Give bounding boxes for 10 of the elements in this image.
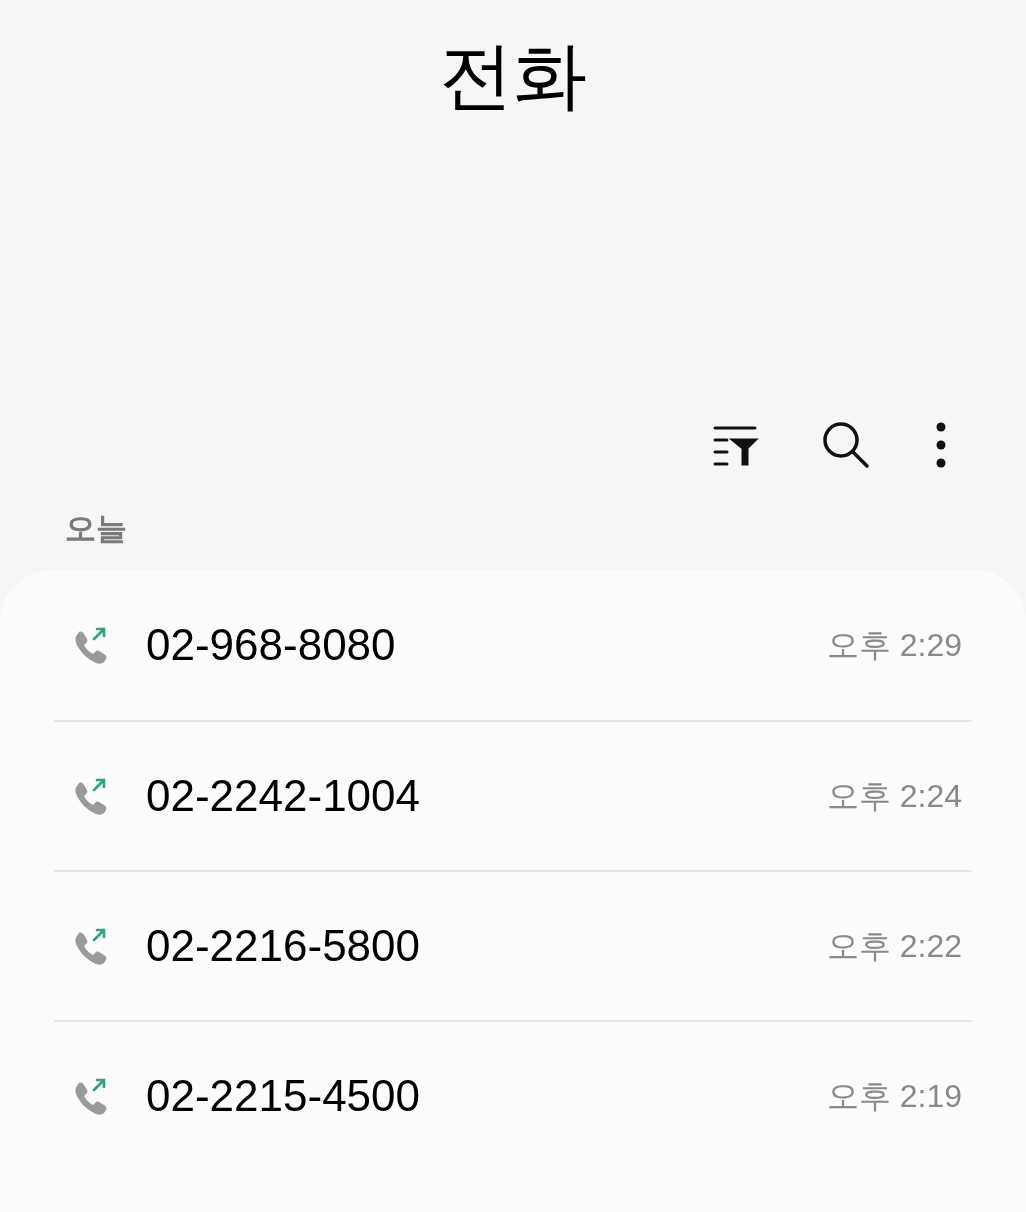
phone-number[interactable]: 02-2216-5800 [146,913,827,979]
call-time: 오후 2:19 [826,1077,963,1116]
phone-number[interactable]: 02-968-8080 [146,612,827,678]
screen-title: 전화 [439,32,587,119]
call-time: 오후 2:22 [826,927,963,966]
call-time: 오후 2:24 [826,777,963,816]
phone-number[interactable]: 02-2242-1004 [146,763,827,829]
phone-number[interactable]: 02-2215-4500 [146,1063,827,1129]
section-label: 오늘 [65,509,127,548]
call-time: 오후 2:29 [826,626,963,665]
